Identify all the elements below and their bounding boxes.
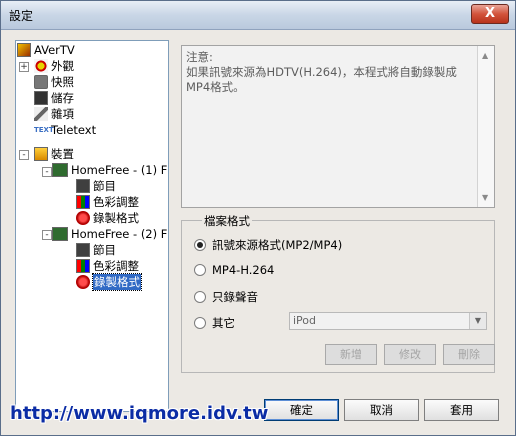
notice-textbox: 注意: 如果訊號來源為HDTV(H.264)，本程式將自動錄製成MP4格式。 ▲… <box>181 45 495 208</box>
expander-homefree-2[interactable]: - <box>42 230 52 240</box>
apply-button[interactable]: 套用 <box>424 399 499 421</box>
avertv-icon <box>17 43 31 57</box>
chevron-down-icon[interactable]: ▼ <box>469 313 486 329</box>
radio-button[interactable] <box>194 317 206 329</box>
tree-item-avertv[interactable]: AVerTV <box>17 42 75 58</box>
close-button[interactable]: X <box>471 4 509 24</box>
expander-device[interactable]: - <box>19 150 29 160</box>
tree-item-channel-1[interactable]: 節目 <box>76 178 116 194</box>
record-icon <box>76 275 90 289</box>
website-watermark: http://www.iqmore.idv.tw <box>10 403 269 424</box>
tree-item-appearance[interactable]: 外觀 <box>34 58 74 74</box>
file-format-group: 檔案格式 訊號來源格式(MP2/MP4) MP4-H.264 只錄聲音 其它 i… <box>181 213 495 373</box>
notice-scrollbar[interactable]: ▲ ▼ <box>477 46 494 207</box>
scroll-down-icon[interactable]: ▼ <box>482 190 488 205</box>
misc-icon <box>34 107 48 121</box>
notice-text: 注意: 如果訊號來源為HDTV(H.264)，本程式將自動錄製成MP4格式。 <box>186 50 457 94</box>
ok-button[interactable]: 確定 <box>264 399 339 421</box>
save-icon <box>34 91 48 105</box>
tuner-icon <box>52 163 68 177</box>
expander-appearance[interactable]: + <box>19 62 29 72</box>
color-icon <box>76 195 90 209</box>
other-format-select[interactable]: iPod ▼ <box>289 312 487 330</box>
radio-audio-only[interactable]: 只錄聲音 <box>194 289 258 305</box>
record-icon <box>76 211 90 225</box>
settings-dialog: 設定 X + - - - AVerTV 外觀 快照 儲存 雜項 TEXT Tele… <box>0 0 516 436</box>
tree-item-color-1[interactable]: 色彩調整 <box>76 194 139 210</box>
tv-icon <box>76 179 90 193</box>
tree-item-homefree-1[interactable]: HomeFree - (1) F2 <box>52 162 168 178</box>
tuner-icon <box>52 227 68 241</box>
window-title: 設定 <box>9 9 34 23</box>
file-format-title: 檔案格式 <box>202 213 252 229</box>
add-button[interactable]: 新增 <box>325 344 377 365</box>
appearance-icon <box>34 59 48 73</box>
device-icon <box>34 147 48 161</box>
radio-button[interactable] <box>194 239 206 251</box>
modify-button[interactable]: 修改 <box>384 344 436 365</box>
radio-button[interactable] <box>194 264 206 276</box>
snapshot-icon <box>34 75 48 89</box>
radio-other[interactable]: 其它 <box>194 315 235 331</box>
color-icon <box>76 259 90 273</box>
radio-source-format[interactable]: 訊號來源格式(MP2/MP4) <box>194 237 342 253</box>
tree-item-teletext[interactable]: TEXT Teletext <box>34 122 96 138</box>
tree-item-color-2[interactable]: 色彩調整 <box>76 258 139 274</box>
tree-item-device[interactable]: 裝置 <box>34 146 74 162</box>
tree-item-homefree-2[interactable]: HomeFree - (2) F2 <box>52 226 168 242</box>
tree-item-snapshot[interactable]: 快照 <box>34 74 74 90</box>
teletext-icon: TEXT <box>34 123 54 137</box>
tree-item-record-format-1[interactable]: 錄製格式 <box>76 210 139 226</box>
settings-tree[interactable]: + - - - AVerTV 外觀 快照 儲存 雜項 TEXT Teletext … <box>15 40 169 412</box>
client-area: + - - - AVerTV 外觀 快照 儲存 雜項 TEXT Teletext … <box>1 30 515 435</box>
expander-homefree-1[interactable]: - <box>42 167 52 177</box>
title-bar: 設定 X <box>1 1 515 30</box>
radio-mp4-h264[interactable]: MP4-H.264 <box>194 263 274 277</box>
delete-button[interactable]: 刪除 <box>443 344 495 365</box>
tv-icon <box>76 243 90 257</box>
tree-item-channel-2[interactable]: 節目 <box>76 242 116 258</box>
cancel-button[interactable]: 取消 <box>344 399 419 421</box>
tree-item-save[interactable]: 儲存 <box>34 90 74 106</box>
tree-item-misc[interactable]: 雜項 <box>34 106 74 122</box>
tree-item-record-format-2[interactable]: 錄製格式 <box>76 273 142 291</box>
radio-button[interactable] <box>194 291 206 303</box>
scroll-up-icon[interactable]: ▲ <box>482 48 488 63</box>
